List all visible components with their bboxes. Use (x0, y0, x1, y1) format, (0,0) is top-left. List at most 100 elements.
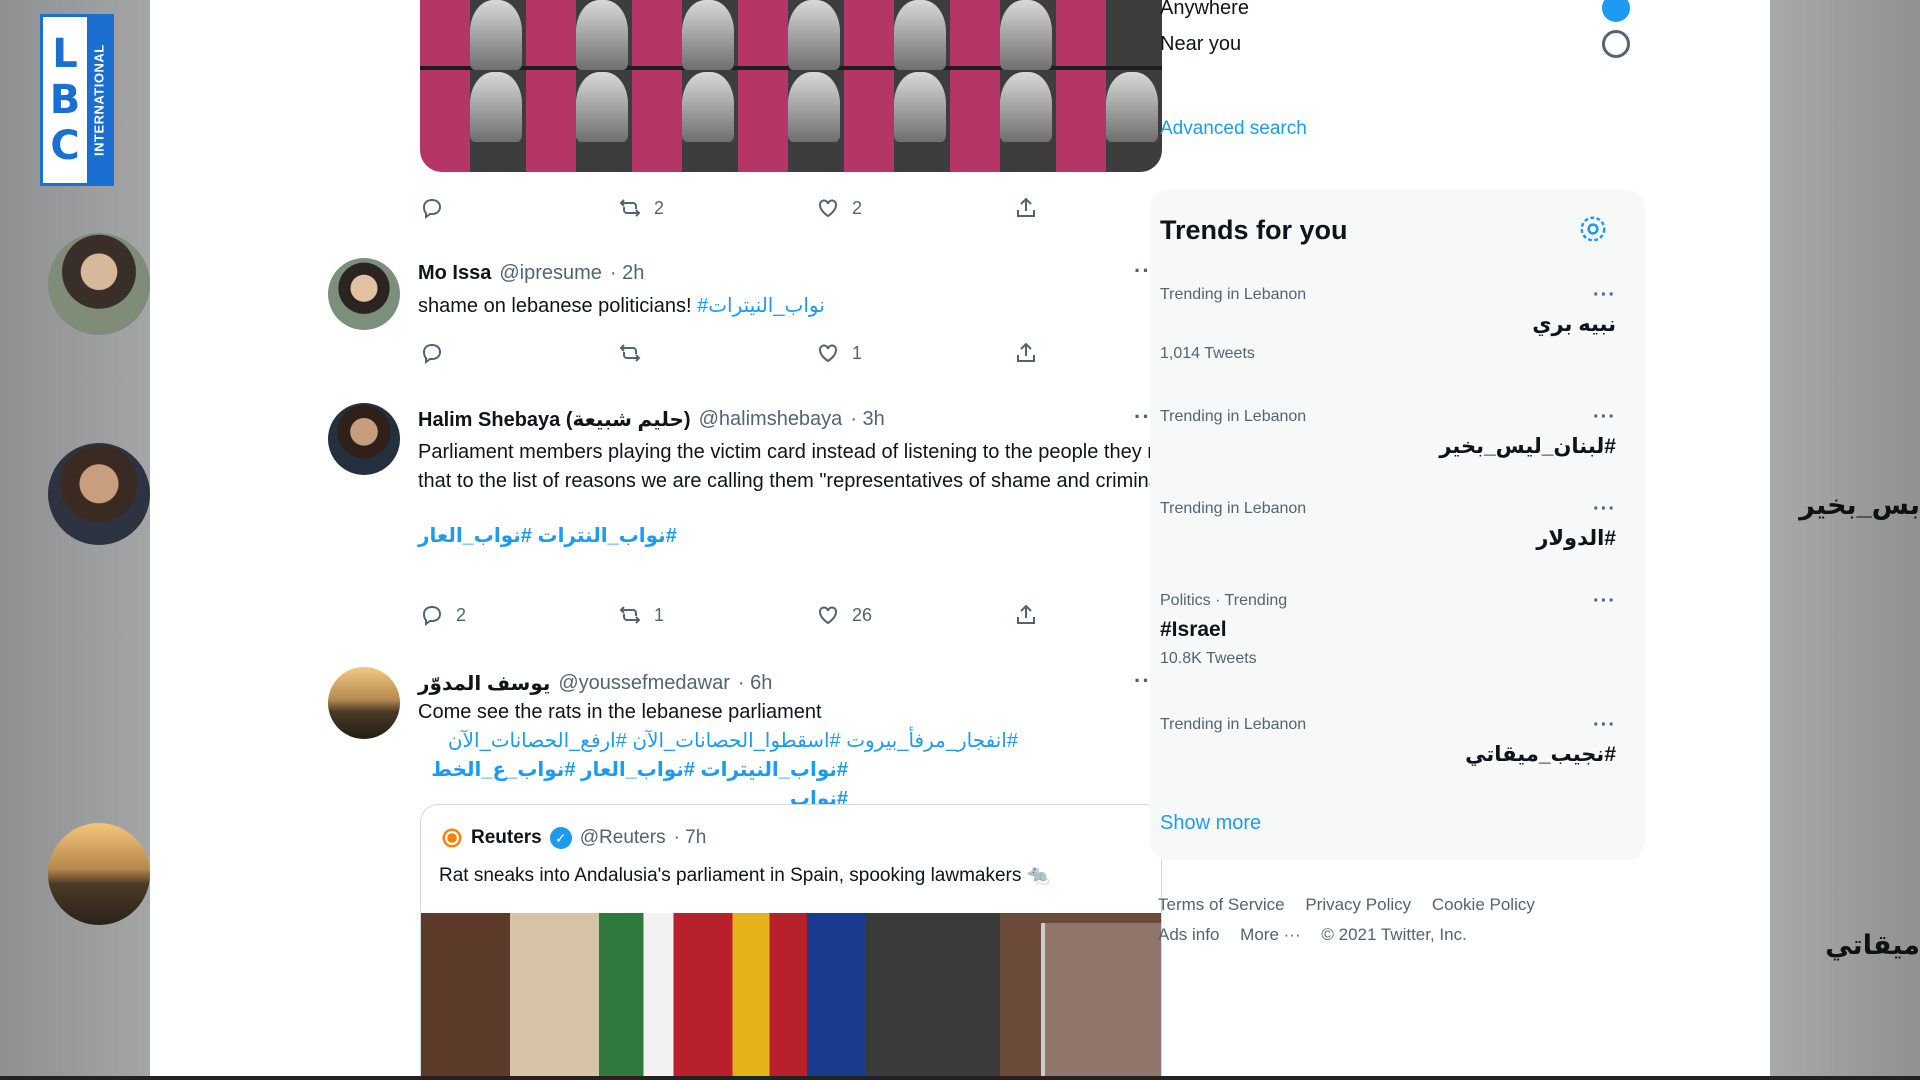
hashtag-link[interactable]: #نواب_النيترات (697, 295, 825, 317)
footer-link[interactable]: Privacy Policy (1305, 895, 1411, 914)
trend-count: 10.8K Tweets (1160, 650, 1257, 667)
more-options-icon[interactable]: ··· (1593, 714, 1616, 737)
heart-icon (819, 606, 837, 625)
author-name[interactable]: Reuters (471, 827, 542, 849)
trend-count: 1,014 Tweets (1160, 345, 1255, 362)
retweet-button[interactable] (618, 341, 642, 365)
trends-panel: Trends for you Trending in Lebanon ··· ن… (1150, 190, 1645, 860)
heart-icon (819, 344, 837, 363)
logo-letter: B (49, 77, 81, 123)
tweet-text-body: shame on lebanese politicians! (418, 295, 698, 317)
advanced-search-link[interactable]: Advanced search (1160, 118, 1307, 140)
share-button[interactable] (1014, 341, 1038, 365)
share-icon (1017, 197, 1035, 217)
hashtag-link[interactable]: #نواب_النترات #نواب_العار (418, 525, 677, 547)
avatar[interactable] (328, 667, 400, 739)
trend-item[interactable]: Trending in Lebanon ··· #الدولار (1160, 498, 1630, 551)
location-label: Near you (1160, 32, 1242, 55)
tweet-time[interactable]: · 6h (738, 672, 772, 695)
footer-link[interactable]: Cookie Policy (1432, 895, 1535, 914)
reuters-logo-icon (441, 827, 463, 849)
reply-count: 2 (456, 604, 467, 625)
share-icon (1017, 342, 1035, 362)
trend-name: #نجيب_ميقاتي (1465, 743, 1616, 766)
trend-context: Trending in Lebanon (1160, 408, 1307, 425)
tweet-actions: 2 1 26 (420, 600, 1060, 630)
location-option-anywhere[interactable]: Anywhere (1160, 0, 1630, 22)
retweet-button[interactable]: 1 (618, 603, 664, 627)
avatar[interactable] (328, 258, 400, 330)
like-button[interactable]: 26 (816, 603, 872, 627)
share-button[interactable] (1014, 196, 1038, 220)
verified-badge-icon: ✓ (549, 827, 572, 849)
trend-item[interactable]: Trending in Lebanon ··· نبيه بري 1,014 T… (1160, 284, 1630, 363)
tweet-time[interactable]: · 7h (674, 827, 707, 849)
background-avatar (48, 233, 150, 335)
quoted-tweet-card[interactable]: Reuters ✓ @Reuters · 7h Rat sneaks into … (420, 804, 1162, 1076)
right-sidebar: Anywhere Near you Advanced search Trends… (1150, 0, 1650, 1076)
like-button[interactable]: 2 (816, 196, 862, 220)
trend-context: Trending in Lebanon (1160, 716, 1307, 733)
retweet-icon (619, 199, 641, 217)
like-count: 2 (852, 197, 863, 218)
footer-links: Terms of Service Privacy Policy Cookie P… (1158, 890, 1638, 950)
reply-button[interactable] (420, 196, 444, 220)
tweet-media-image[interactable] (420, 0, 1162, 172)
reply-icon (422, 343, 442, 364)
portrait (682, 72, 734, 142)
retweet-button[interactable]: 2 (618, 196, 664, 220)
tweet-actions: 1 (420, 338, 1060, 368)
portrait (1000, 72, 1052, 142)
hashtag-links[interactable]: #انفجار_مرفأ_بيروت #اسقطوا_الحصانات_الآن… (418, 727, 1018, 756)
more-options-icon[interactable]: ··· (1593, 284, 1616, 307)
gear-icon[interactable] (1578, 214, 1608, 244)
author-handle[interactable]: @halimshebaya (699, 408, 843, 431)
footer-link[interactable]: More ··· (1240, 925, 1300, 944)
portrait (894, 72, 946, 142)
quote-media-image[interactable] (421, 913, 1161, 1076)
retweet-icon (619, 344, 641, 362)
trend-item[interactable]: Trending in Lebanon ··· #نجيب_ميقاتي (1160, 714, 1630, 767)
logo-letter: L (52, 31, 78, 77)
like-count: 26 (852, 604, 873, 625)
portrait (576, 72, 628, 142)
author-name[interactable]: Halim Shebaya (حليم شبيعة) (418, 407, 691, 432)
trend-item[interactable]: Politics · Trending ··· #Israel 10.8K Tw… (1160, 590, 1630, 668)
trends-heading: Trends for you (1160, 215, 1348, 245)
radio-checked-icon[interactable] (1602, 0, 1630, 22)
author-handle[interactable]: @youssefmedawar (558, 672, 729, 695)
background-trend-text: ميقاتي (1825, 930, 1920, 960)
glass-panel (1041, 923, 1161, 1076)
avatar[interactable] (328, 403, 400, 475)
author-handle[interactable]: @Reuters (580, 827, 666, 849)
tweet-time[interactable]: · 3h (850, 408, 884, 431)
author-name[interactable]: Mo Issa (418, 262, 491, 285)
footer-link[interactable]: Ads info (1158, 925, 1219, 944)
show-more-link[interactable]: Show more (1160, 812, 1261, 835)
reply-button[interactable]: 2 (420, 603, 466, 627)
logo-subtitle: INTERNATIONAL (87, 17, 111, 183)
tweet-time[interactable]: · 2h (610, 262, 644, 285)
trend-context: Trending in Lebanon (1160, 286, 1307, 303)
more-options-icon[interactable]: ··· (1593, 406, 1616, 429)
like-button[interactable]: 1 (816, 341, 862, 365)
location-label: Anywhere (1160, 0, 1249, 19)
author-handle[interactable]: @ipresume (499, 262, 602, 285)
more-options-icon[interactable]: ··· (1593, 590, 1616, 613)
author-name[interactable]: يوسف المدوّر (418, 671, 550, 696)
radio-unchecked-icon[interactable] (1602, 30, 1630, 58)
trend-context: Politics · Trending (1160, 592, 1288, 609)
like-count: 1 (852, 342, 863, 363)
reply-button[interactable] (420, 341, 444, 365)
more-options-icon[interactable]: ··· (1593, 498, 1616, 521)
portrait (470, 72, 522, 142)
footer-copyright: © 2021 Twitter, Inc. (1321, 925, 1467, 944)
footer-link[interactable]: Terms of Service (1158, 895, 1285, 914)
portrait (470, 0, 522, 70)
reply-icon (422, 198, 442, 219)
background-avatar (48, 823, 150, 925)
location-option-near-you[interactable]: Near you (1160, 30, 1630, 58)
trend-item[interactable]: Trending in Lebanon ··· #لبنان_ليس_بخير (1160, 406, 1630, 459)
share-button[interactable] (1014, 603, 1038, 627)
retweet-count: 2 (654, 197, 665, 218)
